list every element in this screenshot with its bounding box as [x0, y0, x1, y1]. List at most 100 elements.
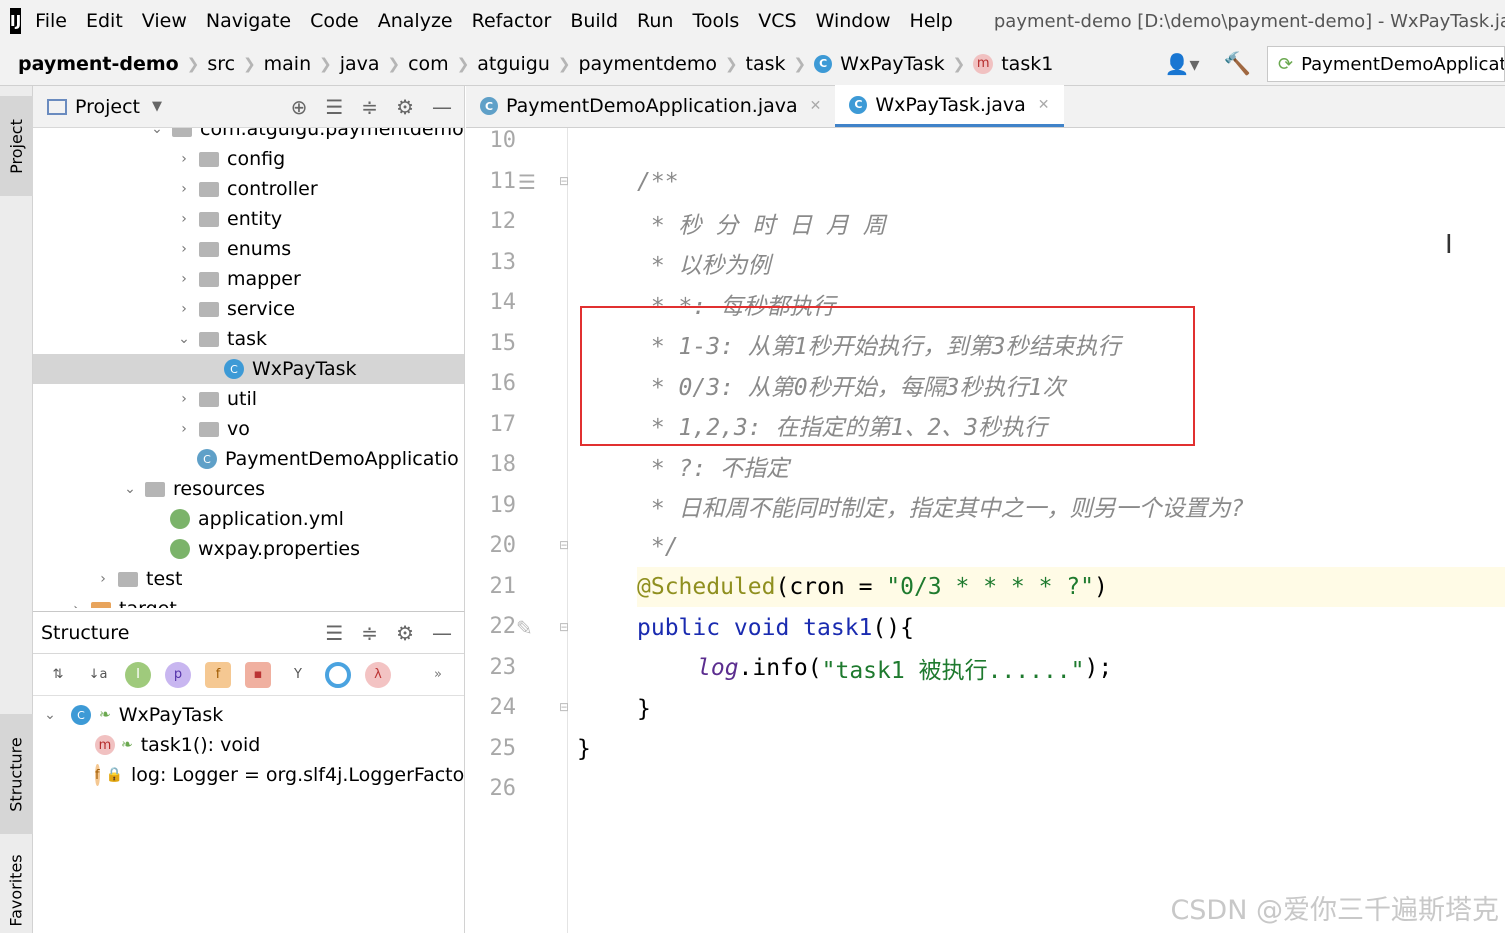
tree-item[interactable]: › test [33, 564, 464, 594]
chevron-right-icon[interactable]: › [175, 271, 193, 287]
chevron-right-icon[interactable]: › [175, 241, 193, 257]
breadcrumb-item[interactable]: paymentdemo ❯ [578, 53, 745, 75]
locate-icon[interactable]: ⊕ [291, 95, 308, 119]
chevron-right-icon[interactable]: › [175, 391, 193, 407]
breadcrumb-item[interactable]: src ❯ [207, 53, 263, 75]
tree-item[interactable]: ⌄ resources [33, 474, 464, 504]
menu-refactor[interactable]: Refactor [472, 10, 552, 32]
fold-icon[interactable]: ⊟ [559, 174, 569, 188]
inherited-icon[interactable]: Y [285, 662, 311, 688]
tree-item[interactable]: C WxPayTask [33, 354, 464, 384]
favorites-tool-tab[interactable]: Favorites [0, 848, 33, 933]
tree-item[interactable]: › service [33, 294, 464, 324]
chevron-down-icon[interactable]: ⌄ [175, 331, 193, 347]
chevron-right-icon[interactable]: › [175, 181, 193, 197]
interface-filter-icon[interactable]: I [125, 661, 151, 688]
project-panel-title[interactable]: Project [75, 96, 140, 118]
tree-item[interactable]: › util [33, 384, 464, 414]
menu-help[interactable]: Help [910, 10, 953, 32]
tree-item[interactable]: › vo [33, 414, 464, 444]
close-icon[interactable]: ✕ [1038, 97, 1050, 113]
menu-run[interactable]: Run [637, 10, 673, 32]
tree-item[interactable]: ⌄ task [33, 324, 464, 354]
line-number: 25 [489, 735, 517, 761]
breadcrumb-item[interactable]: com ❯ [408, 53, 477, 75]
tab-wxpaytask[interactable]: C WxPayTask.java ✕ [835, 85, 1064, 127]
run-configuration-select[interactable]: ⟳ PaymentDemoApplicat [1267, 46, 1505, 82]
tree-item[interactable]: › controller [33, 174, 464, 204]
chevron-down-icon[interactable]: ⌄ [41, 707, 59, 723]
tree-item[interactable]: application.yml [33, 504, 464, 534]
expand-all-icon[interactable]: ☰ [325, 621, 343, 645]
tab-paymentdemoapplication[interactable]: C PaymentDemoApplication.java ✕ [466, 85, 835, 127]
tree-item[interactable]: › mapper [33, 264, 464, 294]
menu-vcs[interactable]: VCS [758, 10, 796, 32]
sort-visibility-icon[interactable]: ⇅ [45, 662, 71, 688]
sort-alpha-icon[interactable]: ↓a [85, 662, 111, 688]
tree-item[interactable]: › target [33, 594, 464, 608]
expand-all-icon[interactable]: ☰ [325, 95, 343, 119]
collapse-all-icon[interactable]: ≑ [361, 621, 378, 645]
chevron-right-icon[interactable]: › [175, 211, 193, 227]
menu-tools[interactable]: Tools [692, 10, 739, 32]
tree-item[interactable]: ⌄ com.atguigu.paymentdemo [33, 128, 464, 144]
chevron-right-icon[interactable]: › [175, 151, 193, 167]
menu-code[interactable]: Code [310, 10, 359, 32]
structure-item-class[interactable]: ⌄ C ❧ WxPayTask [33, 700, 465, 730]
breadcrumb-item[interactable]: payment-demo ❯ [18, 53, 207, 75]
chevron-right-icon[interactable]: › [175, 421, 193, 437]
menu-build[interactable]: Build [570, 10, 618, 32]
breadcrumb-item[interactable]: C WxPayTask ❯ [814, 53, 973, 75]
close-icon[interactable]: ✕ [810, 98, 822, 114]
chevron-down-icon[interactable]: ⌄ [121, 481, 139, 497]
property-filter-icon[interactable]: p [165, 661, 191, 688]
structure-item-field[interactable]: f 🔒 log: Logger = org.slf4j.LoggerFactor [33, 760, 465, 790]
structure-tool-tab[interactable]: Structure [0, 714, 33, 834]
tree-item[interactable]: › entity [33, 204, 464, 234]
tree-item[interactable]: wxpay.properties [33, 534, 464, 564]
chevron-right-icon[interactable]: › [67, 601, 85, 608]
hide-icon[interactable]: — [432, 621, 452, 645]
breadcrumb-item[interactable]: main ❯ [264, 53, 340, 75]
fold-icon[interactable]: ⊟ [559, 538, 569, 552]
tree-item[interactable]: › config [33, 144, 464, 174]
chevron-right-icon[interactable]: › [94, 571, 112, 587]
code-method-name: task1 [803, 615, 873, 641]
breadcrumb-item[interactable]: atguigu ❯ [477, 53, 578, 75]
user-icon[interactable]: 👤▾ [1165, 52, 1200, 76]
lambda-icon[interactable]: λ [365, 661, 391, 688]
collapse-all-icon[interactable]: ≑ [361, 95, 378, 119]
chevron-down-icon[interactable]: ⌄ [148, 128, 166, 137]
chevron-right-icon[interactable]: › [175, 301, 193, 317]
breadcrumb-item[interactable]: java ❯ [340, 53, 408, 75]
menu-edit[interactable]: Edit [86, 10, 123, 32]
structure-item-method[interactable]: m ❧ task1(): void [33, 730, 465, 760]
menu-navigate[interactable]: Navigate [206, 10, 291, 32]
lock-filter-icon[interactable]: ▪ [245, 661, 271, 688]
code-string: "0/3 * * * * ?" [886, 574, 1094, 600]
fold-icon[interactable]: ⊟ [559, 700, 569, 714]
anonymous-icon[interactable] [325, 661, 351, 688]
class-icon: C [814, 54, 833, 73]
fold-icon[interactable]: ⊟ [559, 620, 569, 634]
hammer-build-icon[interactable]: 🔨 [1224, 52, 1251, 77]
breadcrumb-item[interactable]: m task1 [973, 53, 1053, 75]
project-tool-tab[interactable]: Project [0, 96, 33, 196]
tree-item[interactable]: C PaymentDemoApplicatio [33, 444, 464, 474]
field-filter-icon[interactable]: f [205, 661, 231, 688]
breadcrumb-item[interactable]: task ❯ [746, 53, 815, 75]
breadcrumb-label: java [339, 52, 380, 75]
more-icon[interactable]: » [425, 662, 451, 688]
code-editor[interactable]: /** * 秒 分 时 日 月 周 * 以秒为例 * *: 每秒都执行 * 1-… [569, 128, 1505, 933]
chevron-down-icon[interactable]: ▼ [152, 99, 162, 114]
hide-icon[interactable]: — [432, 95, 452, 119]
menu-view[interactable]: View [142, 10, 187, 32]
menu-file[interactable]: File [35, 10, 67, 32]
edit-pen-icon[interactable]: ✎ [516, 616, 533, 640]
gear-icon[interactable]: ⚙ [396, 621, 414, 645]
tree-item[interactable]: › enums [33, 234, 464, 264]
gear-icon[interactable]: ⚙ [396, 95, 414, 119]
documentation-icon[interactable]: ☰ [518, 170, 536, 194]
menu-window[interactable]: Window [816, 10, 891, 32]
menu-analyze[interactable]: Analyze [378, 10, 453, 32]
